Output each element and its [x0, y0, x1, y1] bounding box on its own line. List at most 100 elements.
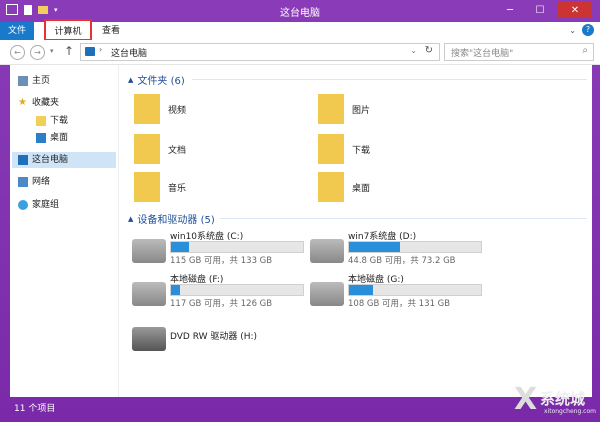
computer-icon: [18, 155, 28, 165]
star-icon: ★: [18, 97, 27, 108]
folder-label: 图片: [352, 105, 371, 116]
music-folder-icon: [134, 172, 160, 202]
folder-label: 下载: [352, 145, 371, 156]
breadcrumb-separator-icon[interactable]: ›: [99, 45, 102, 54]
search-box[interactable]: 搜索"这台电脑" ⌕: [444, 43, 594, 61]
drive-info: 117 GB 可用，共 126 GB: [170, 299, 273, 309]
address-bar[interactable]: › 这台电脑 ⌄ ↻: [80, 43, 440, 61]
homegroup-icon: [18, 200, 28, 210]
close-button[interactable]: ✕: [558, 2, 592, 18]
computer-icon: [85, 47, 95, 56]
sidebar-item-favorites[interactable]: ★ 收藏夹: [18, 95, 59, 111]
navigation-bar: ← → ▾ ↑ › 这台电脑 ⌄ ↻ 搜索"这台电脑" ⌕: [0, 40, 600, 65]
refresh-icon[interactable]: ↻: [425, 45, 433, 56]
download-folder-icon: [36, 116, 46, 126]
tab-file[interactable]: 文件: [0, 22, 34, 40]
drives-group-title: 设备和驱动器 (5): [137, 215, 215, 226]
sidebar-item-label: 下载: [50, 116, 69, 126]
breadcrumb-this-pc[interactable]: 这台电脑: [111, 46, 147, 59]
folder-desktop[interactable]: 桌面: [318, 169, 370, 205]
hard-drive-icon: [132, 282, 166, 306]
folder-label: 桌面: [352, 183, 371, 194]
drive-c[interactable]: win10系统盘 (C:) 115 GB 可用，共 133 GB: [132, 229, 312, 275]
drive-name: DVD RW 驱动器 (H:): [170, 332, 258, 342]
folder-label: 视频: [168, 105, 187, 116]
drive-usage-bar: [348, 284, 482, 296]
help-icon[interactable]: ?: [582, 24, 594, 36]
downloads-folder-icon: [318, 134, 344, 164]
sidebar-item-label: 主页: [32, 76, 51, 86]
windows-drive-icon: [132, 239, 166, 263]
drive-info: 115 GB 可用，共 133 GB: [170, 256, 273, 266]
pictures-folder-icon: [318, 94, 344, 124]
drive-d[interactable]: win7系统盘 (D:) 44.8 GB 可用，共 73.2 GB: [310, 229, 490, 275]
folder-music[interactable]: 音乐: [134, 169, 186, 205]
watermark-logo: X 系统城 xitongcheng.com: [514, 382, 596, 422]
folder-downloads[interactable]: 下载: [318, 131, 370, 167]
watermark-x-icon: X: [514, 382, 538, 417]
drive-usage-fill: [171, 242, 190, 252]
drives-group-header[interactable]: ▲ 设备和驱动器 (5): [128, 211, 215, 227]
forward-button[interactable]: →: [30, 45, 45, 60]
watermark-url: xitongcheng.com: [544, 408, 596, 415]
drive-info: 108 GB 可用，共 131 GB: [348, 299, 451, 309]
dvd-drive-icon: [132, 327, 166, 351]
ribbon-tabs: 文件 计算机 查看 ⌄ ?: [0, 19, 600, 41]
home-icon: [18, 76, 28, 86]
explorer-body: 主页 ★ 收藏夹 下载 桌面 这台电脑 网络 家庭组 ▲ 文件夹 (6) 视频 …: [10, 65, 592, 397]
search-icon[interactable]: ⌕: [582, 45, 588, 56]
recent-dropdown-icon[interactable]: ▾: [50, 47, 54, 55]
window-controls: ─ ☐ ✕: [498, 2, 592, 18]
collapse-icon[interactable]: ▲: [128, 215, 133, 223]
folder-label: 文档: [168, 145, 187, 156]
tab-view[interactable]: 查看: [96, 22, 126, 40]
sidebar-item-this-pc[interactable]: 这台电脑: [12, 152, 116, 168]
address-dropdown-icon[interactable]: ⌄: [410, 46, 417, 55]
drive-usage-bar: [170, 284, 304, 296]
folders-group-title: 文件夹 (6): [137, 76, 185, 87]
status-item-count: 11 个项目: [14, 404, 56, 414]
search-input[interactable]: 搜索"这台电脑": [451, 46, 513, 59]
back-button[interactable]: ←: [10, 45, 25, 60]
ribbon-right: ⌄ ?: [569, 24, 594, 36]
watermark-text: 系统城: [540, 390, 586, 408]
sidebar-item-network[interactable]: 网络: [18, 174, 50, 190]
drive-f[interactable]: 本地磁盘 (F:) 117 GB 可用，共 126 GB: [132, 272, 312, 318]
content-pane: ▲ 文件夹 (6) 视频 图片 文档 下载 音乐 桌面 ▲ 设备和驱动器 (5)…: [122, 65, 592, 397]
videos-folder-icon: [134, 94, 160, 124]
maximize-button[interactable]: ☐: [528, 2, 552, 18]
drive-usage-fill: [171, 285, 181, 295]
drive-usage-fill: [349, 242, 401, 252]
group-divider: [220, 218, 587, 219]
drive-h[interactable]: DVD RW 驱动器 (H:): [132, 317, 332, 363]
navigation-pane: 主页 ★ 收藏夹 下载 桌面 这台电脑 网络 家庭组: [10, 65, 119, 397]
drive-usage-bar: [170, 241, 304, 253]
sidebar-item-homegroup[interactable]: 家庭组: [18, 197, 59, 213]
folder-pictures[interactable]: 图片: [318, 91, 370, 127]
sidebar-item-label: 这台电脑: [32, 155, 69, 165]
up-button[interactable]: ↑: [64, 44, 74, 58]
collapse-icon[interactable]: ▲: [128, 76, 133, 84]
drive-info: 44.8 GB 可用，共 73.2 GB: [348, 256, 456, 266]
group-divider: [192, 79, 587, 80]
folders-group-header[interactable]: ▲ 文件夹 (6): [128, 72, 185, 88]
sidebar-item-home[interactable]: 主页: [18, 73, 50, 89]
drive-usage-fill: [349, 285, 373, 295]
desktop-folder-icon: [318, 172, 344, 202]
folder-documents[interactable]: 文档: [134, 131, 186, 167]
drive-usage-bar: [348, 241, 482, 253]
sidebar-item-label: 网络: [32, 177, 51, 187]
sidebar-item-downloads[interactable]: 下载: [36, 113, 68, 129]
folder-videos[interactable]: 视频: [134, 91, 186, 127]
chevron-down-icon[interactable]: ⌄: [569, 26, 576, 35]
minimize-button[interactable]: ─: [498, 2, 522, 18]
sidebar-item-label: 桌面: [50, 133, 69, 143]
sidebar-item-desktop[interactable]: 桌面: [36, 130, 68, 146]
desktop-icon: [36, 133, 46, 143]
network-icon: [18, 177, 28, 187]
documents-folder-icon: [134, 134, 160, 164]
folder-label: 音乐: [168, 183, 187, 194]
hard-drive-icon: [310, 239, 344, 263]
drive-g[interactable]: 本地磁盘 (G:) 108 GB 可用，共 131 GB: [310, 272, 490, 318]
tab-computer[interactable]: 计算机: [44, 19, 92, 41]
